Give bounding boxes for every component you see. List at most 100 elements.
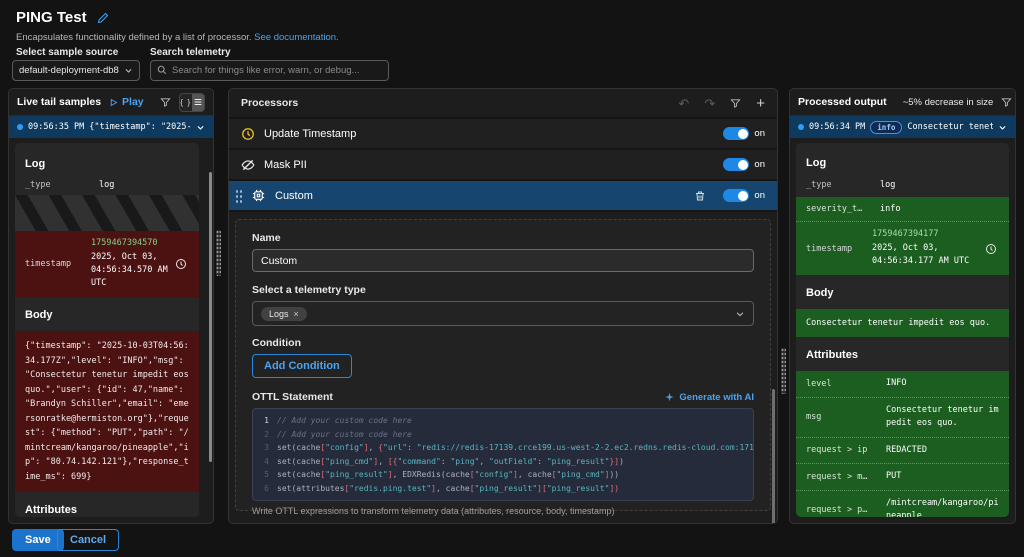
severity-row: severity_t… info	[796, 197, 1009, 222]
timestamp-row: timestamp 1759467394177 2025, Oct 03, 04…	[796, 222, 1009, 275]
code-line: 5set(cache["ping_result"], EDXRedis(cach…	[253, 468, 753, 482]
edit-title-icon[interactable]	[97, 12, 109, 24]
ottl-helper-text: Write OTTL expressions to transform tele…	[252, 506, 754, 516]
json-view-button[interactable]: { }	[180, 94, 192, 111]
table-view-button[interactable]	[192, 94, 204, 111]
left-scrollbar[interactable]	[209, 172, 212, 462]
body-section-header: Body	[796, 277, 1009, 309]
search-input[interactable]	[172, 65, 382, 76]
sample-source-select[interactable]: default-deployment-db8	[12, 60, 140, 81]
panel-resize-handle[interactable]	[781, 348, 786, 394]
braces-icon: { }	[180, 97, 191, 107]
body-section-header: Body	[15, 299, 199, 331]
custom-processor-form: Name Select a telemetry type Logs × Cond…	[235, 219, 771, 511]
eye-off-icon	[241, 158, 255, 172]
output-sample-preview: Consectetur tenetur imp…	[907, 122, 993, 132]
attributes-section-header: Attributes	[796, 339, 1009, 371]
undo-icon[interactable]: ↶	[678, 97, 689, 110]
processor-row-mask-pii[interactable]: Mask PII on	[229, 150, 777, 181]
search-telemetry-label: Search telemetry	[150, 47, 231, 58]
chip-close-icon[interactable]: ×	[294, 309, 299, 319]
code-line: 3set(cache["config"], {"url": "redis://r…	[253, 441, 753, 455]
attributes-section-header: Attributes	[15, 494, 199, 517]
redo-icon[interactable]: ↷	[704, 97, 715, 110]
processor-toggle[interactable]	[723, 127, 749, 140]
drag-handle-icon[interactable]	[235, 189, 242, 203]
input-log-card: Log _typelog timestamp 1759467394570 202…	[15, 143, 199, 517]
processor-row-custom[interactable]: Custom on	[229, 181, 777, 212]
body-json: {"timestamp": "2025-10-03T04:56:34.177Z"…	[15, 331, 199, 492]
processors-title: Processors	[241, 97, 298, 109]
log-section-header: Log	[796, 143, 1009, 175]
processed-output-panel: Processed output ~5% decrease in size 09…	[789, 88, 1016, 524]
redacted-stripe	[15, 195, 199, 231]
filter-icon[interactable]	[160, 97, 171, 108]
add-condition-button[interactable]: Add Condition	[252, 354, 352, 378]
subtitle-text: Encapsulates functionality defined by a …	[16, 32, 252, 43]
add-processor-icon[interactable]: +	[756, 96, 765, 111]
attribute-row: request > ipREDACTED	[796, 438, 1009, 465]
middle-scrollbar[interactable]	[772, 389, 775, 524]
chevron-down-icon	[998, 123, 1007, 132]
processor-row-update-timestamp[interactable]: Update Timestamp on	[229, 119, 777, 150]
sample-source-label: Select sample source	[16, 47, 118, 58]
output-sample-row[interactable]: 09:56:34 PM info Consectetur tenetur imp…	[790, 116, 1015, 138]
timestamp-epoch: 1759467394177	[872, 229, 981, 239]
attribute-row: request > m…PUT	[796, 464, 1009, 491]
documentation-link[interactable]: See documentation.	[254, 32, 339, 43]
severity-badge: info	[870, 121, 902, 134]
name-input[interactable]	[252, 249, 754, 272]
sample-dot-icon	[798, 124, 804, 130]
output-body-value: Consectetur tenetur impedit eos quo.	[796, 309, 1009, 337]
trash-icon[interactable]	[694, 190, 706, 202]
filter-icon[interactable]	[1001, 97, 1012, 108]
code-line: 2// Add your custom code here	[253, 428, 753, 442]
panel-resize-handle[interactable]	[216, 230, 221, 276]
save-button[interactable]: Save	[12, 529, 64, 551]
page-subtitle: Encapsulates functionality defined by a …	[16, 32, 339, 43]
sparkle-icon	[664, 392, 675, 403]
type-row: _typelog	[796, 175, 1009, 195]
search-icon	[157, 62, 167, 80]
chevron-down-icon	[735, 309, 745, 319]
processor-icon	[251, 188, 266, 203]
output-log-card: Log _typelog severity_t… info timestamp …	[796, 143, 1009, 517]
list-icon	[193, 97, 203, 107]
ottl-code-editor[interactable]: 1// Add your custom code here2// Add you…	[252, 408, 754, 501]
timestamp-date: 2025, Oct 03, 04:56:34.177 AM UTC	[872, 242, 981, 268]
play-icon	[109, 98, 118, 107]
condition-label: Condition	[252, 337, 754, 349]
sample-source-value: default-deployment-db8	[19, 65, 120, 76]
code-line: 1// Add your custom code here	[253, 414, 753, 428]
play-button[interactable]: Play	[109, 96, 144, 108]
processors-panel: Processors ↶ ↷ + Update Timestamp on Mas…	[228, 88, 778, 524]
live-tail-panel: Live tail samples Play { } 09:56:35 PM {…	[8, 88, 214, 524]
chevron-down-icon	[124, 62, 133, 80]
view-toggle: { }	[179, 93, 205, 112]
telemetry-chip: Logs ×	[261, 307, 307, 321]
clock-icon[interactable]	[985, 243, 997, 255]
page-header: PING Test	[16, 9, 109, 26]
clock-icon[interactable]	[175, 258, 187, 270]
attribute-row: levelINFO	[796, 371, 1009, 398]
sample-time: 09:56:35 PM	[28, 122, 84, 132]
attribute-row: msgConsectetur tenetur impedit eos quo.	[796, 398, 1009, 438]
timestamp-epoch: 1759467394570	[91, 238, 171, 248]
processor-toggle[interactable]	[723, 189, 749, 202]
cancel-button[interactable]: Cancel	[57, 529, 119, 551]
type-row: _typelog	[15, 175, 199, 195]
ottl-statement-label: OTTL Statement	[252, 391, 333, 403]
chevron-down-icon	[196, 123, 205, 132]
code-line: 6set(attributes["redis.ping.test"], cach…	[253, 482, 753, 496]
processor-toggle[interactable]	[723, 158, 749, 171]
filter-icon[interactable]	[730, 98, 741, 109]
processed-output-title: Processed output	[798, 96, 887, 108]
attribute-row: request > p…/mintcream/kangaroo/pineappl…	[796, 491, 1009, 518]
generate-with-ai-button[interactable]: Generate with AI	[664, 392, 754, 403]
timestamp-row: timestamp 1759467394570 2025, Oct 03, 04…	[15, 231, 199, 297]
live-sample-row[interactable]: 09:56:35 PM {"timestamp": "2025-10-03…	[9, 116, 213, 138]
telemetry-type-select[interactable]: Logs ×	[252, 301, 754, 326]
page-title: PING Test	[16, 9, 87, 26]
size-change-note: ~5% decrease in size	[903, 97, 994, 108]
output-sample-time: 09:56:34 PM	[809, 122, 865, 132]
